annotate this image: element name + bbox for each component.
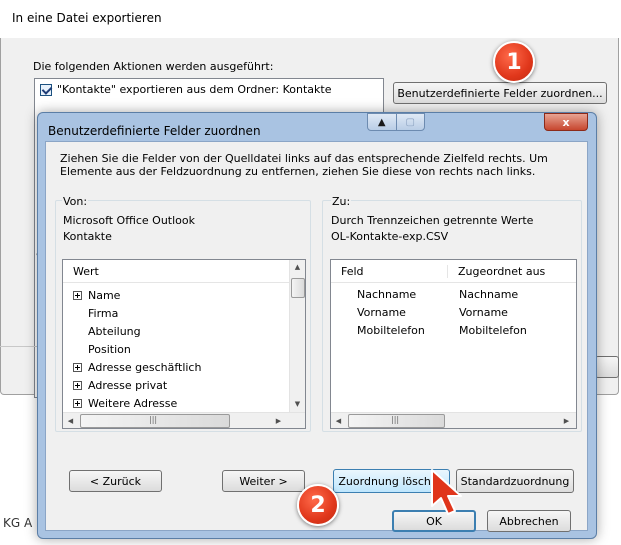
dialog-title: Benutzerdefinierte Felder zuordnen <box>48 124 261 138</box>
close-button[interactable]: x <box>544 113 588 131</box>
scroll-left-icon[interactable]: ◀ <box>63 417 78 425</box>
step-badge-2: 2 <box>297 484 339 526</box>
target-file-type: Durch Trennzeichen getrennte Werte <box>331 214 534 227</box>
list-item-label: Weitere Adresse <box>88 396 178 410</box>
source-application: Microsoft Office Outlook <box>63 214 195 227</box>
back-button[interactable]: < Zurück <box>69 470 162 492</box>
vertical-scrollbar[interactable]: ▲ ▼ <box>289 260 305 412</box>
list-item-label: Name <box>88 288 121 302</box>
scroll-down-icon[interactable]: ▼ <box>290 400 305 408</box>
column-header-mapped-from[interactable]: Zugeordnet aus <box>448 265 545 278</box>
scroll-thumb[interactable] <box>291 278 305 298</box>
step-badge-1: 1 <box>493 41 535 83</box>
list-item[interactable]: Name <box>73 287 120 303</box>
table-row[interactable]: Mobiltelefon <box>357 324 425 337</box>
list-item-label: Abteilung <box>88 324 141 338</box>
scroll-right-icon[interactable]: ▶ <box>271 417 286 425</box>
column-header-label: Wert <box>73 264 99 278</box>
list-item[interactable]: Weitere Adresse <box>73 395 177 411</box>
map-custom-fields-button[interactable]: Benutzerdefinierte Felder zuordnen... <box>393 82 607 104</box>
scroll-left-icon[interactable]: ◀ <box>331 417 346 425</box>
horizontal-scrollbar[interactable]: ◀ ||| ▶ <box>63 412 305 428</box>
action-item[interactable]: "Kontakte" exportieren aus dem Ordner: K… <box>40 83 331 96</box>
list-item[interactable]: Adresse privat <box>73 377 167 393</box>
table-cell: Vorname <box>459 306 508 319</box>
table-row[interactable]: Nachname <box>357 288 416 301</box>
grip-icon: ||| <box>149 415 158 424</box>
table-cell: Nachname <box>459 288 519 301</box>
grip-icon: ||| <box>391 415 400 424</box>
list-item-label: Adresse privat <box>88 378 168 392</box>
list-item[interactable]: Position <box>88 341 131 357</box>
scroll-up-icon[interactable]: ▲ <box>290 263 305 271</box>
column-header-field[interactable]: Feld <box>331 264 448 278</box>
source-column-header[interactable]: Wert <box>63 260 299 283</box>
list-item-label: Position <box>88 342 131 356</box>
list-item-label: Adresse geschäftlich <box>88 360 202 374</box>
table-cell: Mobiltelefon <box>357 324 425 337</box>
expand-icon[interactable] <box>73 380 82 390</box>
cancel-button[interactable]: Abbrechen <box>487 510 571 532</box>
action-checkbox[interactable] <box>40 83 52 96</box>
table-row[interactable]: Vorname <box>357 306 406 319</box>
instruction-text: Ziehen Sie die Felder von der Quelldatei… <box>60 152 548 178</box>
source-group-label: Von: <box>62 195 89 208</box>
source-folder: Kontakte <box>63 230 112 243</box>
restore-icon: ▢ <box>395 114 425 130</box>
table-cell: Mobiltelefon <box>459 324 527 337</box>
scroll-thumb[interactable]: ||| <box>80 414 230 428</box>
partial-background-text: KG A <box>3 516 33 530</box>
table-cell: Nachname <box>357 288 417 301</box>
actions-label: Die folgenden Aktionen werden ausgeführt… <box>33 60 274 73</box>
minimize-up-icon[interactable]: ▲ <box>368 114 396 130</box>
horizontal-scrollbar[interactable]: ◀ ||| ▶ <box>331 412 576 428</box>
expand-icon[interactable] <box>73 362 82 372</box>
export-dialog-title: In eine Datei exportieren <box>12 11 162 25</box>
caption-buttons: ▲ ▢ <box>367 113 425 131</box>
source-field-list[interactable]: Wert Name Firma Abteilung Position Adres… <box>62 259 306 429</box>
hidden-button[interactable] <box>595 356 619 378</box>
list-item[interactable]: Abteilung <box>88 323 141 339</box>
target-field-list[interactable]: Feld Zugeordnet aus Nachname Nachname Vo… <box>330 259 577 429</box>
table-cell: Vorname <box>357 306 406 319</box>
list-item-label: Firma <box>88 306 119 320</box>
expand-icon[interactable] <box>73 398 82 408</box>
divider <box>0 346 37 347</box>
scroll-right-icon[interactable]: ▶ <box>559 417 574 425</box>
list-item[interactable]: Firma <box>88 305 118 321</box>
scroll-thumb[interactable]: ||| <box>348 414 445 428</box>
next-button[interactable]: Weiter > <box>222 470 305 492</box>
expand-icon[interactable] <box>73 290 82 300</box>
mouse-pointer-icon <box>431 469 462 515</box>
target-group-label: Zu: <box>331 195 352 208</box>
target-file-name: OL-Kontakte-exp.CSV <box>331 230 449 243</box>
default-map-button[interactable]: Standardzuordnung <box>456 469 574 493</box>
list-item[interactable]: Adresse geschäftlich <box>73 359 201 375</box>
action-item-label: "Kontakte" exportieren aus dem Ordner: K… <box>57 83 332 96</box>
target-column-headers: Feld Zugeordnet aus <box>331 260 576 283</box>
